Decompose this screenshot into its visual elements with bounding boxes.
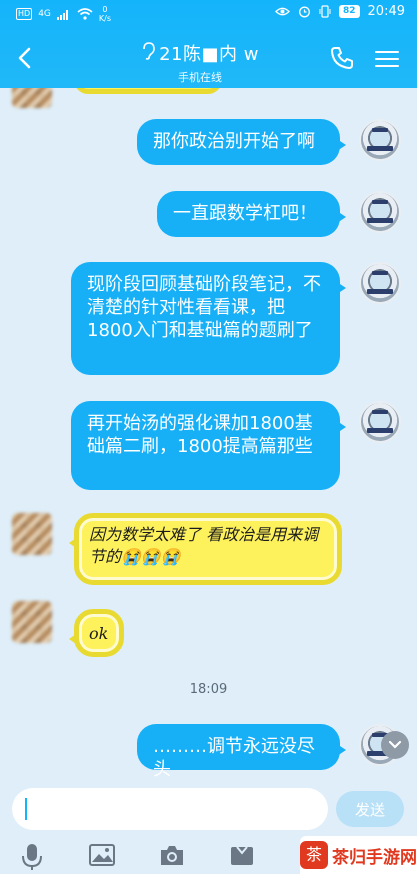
speed-unit: K/s bbox=[98, 14, 111, 23]
chat-header: HD 4G 0 K/s 82 20:49 21陈■内 w 手机在线 bbox=[0, 0, 417, 88]
contact-name: 21陈■内 w bbox=[159, 44, 259, 65]
battery-level: 82 bbox=[339, 5, 360, 18]
avatar[interactable] bbox=[359, 262, 401, 304]
message-text: 那你政治别开始了啊 bbox=[153, 131, 315, 152]
phone-button[interactable] bbox=[330, 46, 358, 74]
message-input[interactable] bbox=[12, 788, 328, 830]
menu-icon-bar bbox=[375, 65, 399, 67]
gift-icon bbox=[231, 846, 253, 865]
message-bubble[interactable]: ………调节永远没尽头 bbox=[137, 724, 346, 780]
online-status: 手机在线 bbox=[178, 71, 222, 84]
message-text: 再开始汤的强化课加1800基础篇二刷，1800提高篇那些 bbox=[87, 413, 313, 457]
hd-badge: HD bbox=[16, 8, 33, 20]
message-bubble[interactable]: 现阶段回顾基础阶段笔记，不清楚的针对性看看课，把1800入门和基础篇的题刷了 bbox=[71, 262, 346, 375]
signal-label: 4G bbox=[38, 9, 51, 19]
menu-icon-bar bbox=[375, 58, 399, 60]
camera-icon bbox=[161, 846, 183, 865]
message-list[interactable]: 那你政治别开始了啊 一直跟数学杠吧！ 现阶段回顾基础阶段笔记，不清楚的针对性看看… bbox=[0, 88, 417, 782]
image-icon bbox=[89, 844, 115, 866]
message-text: ok bbox=[89, 624, 109, 643]
eye-icon bbox=[275, 7, 290, 16]
menu-button[interactable] bbox=[372, 47, 402, 73]
network-speed: 0 K/s bbox=[99, 5, 111, 23]
avatar[interactable] bbox=[12, 601, 52, 643]
gift-button[interactable] bbox=[228, 842, 258, 872]
image-button[interactable] bbox=[88, 842, 118, 872]
ear-icon bbox=[141, 41, 155, 65]
message-text: ………调节永远没尽头 bbox=[153, 736, 315, 780]
avatar[interactable] bbox=[12, 513, 52, 555]
back-button[interactable] bbox=[10, 42, 38, 74]
watermark-text: 茶归手游网 bbox=[332, 847, 417, 868]
scroll-to-bottom-button[interactable] bbox=[381, 731, 409, 759]
contact-info[interactable]: 21陈■内 w 手机在线 bbox=[100, 40, 300, 85]
avatar[interactable] bbox=[359, 191, 401, 233]
message-text: 一直跟数学杠吧！ bbox=[173, 203, 317, 224]
status-bar: HD 4G 0 K/s 82 20:49 bbox=[0, 0, 417, 26]
message-text: 因为数学太难了 看政治是用来调节的😭😭😭 bbox=[89, 525, 319, 566]
avatar[interactable] bbox=[359, 401, 401, 443]
menu-icon-bar bbox=[375, 51, 399, 53]
watermark-logo: 茶 bbox=[300, 841, 328, 869]
signal-icon bbox=[56, 9, 68, 20]
avatar[interactable] bbox=[359, 119, 401, 161]
message-bubble[interactable]: ok bbox=[69, 609, 124, 657]
watermark: 茶 茶归手游网 bbox=[300, 836, 417, 874]
clock: 20:49 bbox=[367, 4, 405, 19]
message-bubble[interactable]: 再开始汤的强化课加1800基础篇二刷，1800提高篇那些 bbox=[71, 401, 346, 490]
microphone-icon bbox=[22, 844, 42, 870]
message-timestamp: 18:09 bbox=[189, 682, 228, 697]
chevron-down-icon bbox=[388, 740, 402, 749]
avatar[interactable] bbox=[12, 88, 52, 108]
send-button[interactable]: 发送 bbox=[336, 791, 404, 827]
message-bubble[interactable]: 那你政治别开始了啊 bbox=[137, 119, 346, 165]
text-cursor bbox=[25, 798, 27, 820]
message-bubble[interactable]: 一直跟数学杠吧！ bbox=[157, 191, 346, 237]
voice-button[interactable] bbox=[19, 842, 49, 872]
message-bubble[interactable]: 因为数学太难了 看政治是用来调节的😭😭😭 bbox=[69, 513, 342, 585]
wifi-icon bbox=[77, 8, 93, 20]
partial-message-bubble bbox=[74, 88, 222, 94]
back-arrow-icon bbox=[18, 47, 31, 69]
message-text: 现阶段回顾基础阶段笔记，不清楚的针对性看看课，把1800入门和基础篇的题刷了 bbox=[87, 274, 321, 341]
alarm-icon bbox=[299, 6, 310, 18]
vibrate-icon bbox=[319, 5, 331, 18]
phone-icon bbox=[331, 47, 353, 69]
speed-value: 0 bbox=[102, 5, 108, 14]
camera-button[interactable] bbox=[158, 842, 188, 872]
